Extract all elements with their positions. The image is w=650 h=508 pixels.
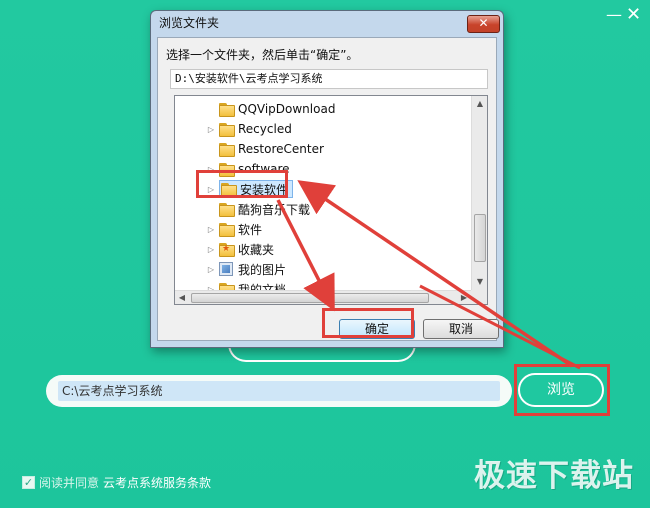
- vertical-scroll-thumb[interactable]: [474, 214, 486, 262]
- selected-path-field: D:\安装软件\云考点学习系统: [170, 69, 488, 89]
- selected-folder-highlight-box: [196, 170, 288, 198]
- tree-item-label: Recycled: [238, 122, 292, 136]
- agree-checkbox[interactable]: ✓: [22, 475, 35, 489]
- tree-item[interactable]: QQVipDownload: [205, 99, 335, 119]
- install-path-bar: C:\云考点学习系统: [46, 375, 512, 407]
- scroll-right-icon[interactable]: ▶: [457, 291, 471, 304]
- dialog-close-button[interactable]: ✕: [467, 15, 500, 33]
- expand-arrow-icon[interactable]: ▷: [205, 265, 217, 274]
- agree-terms-row: ✓ 阅读并同意 云考点系统服务条款: [22, 474, 211, 490]
- tree-item-label: 软件: [238, 222, 263, 237]
- folder-icon: [219, 122, 235, 137]
- tree-item-label: QQVipDownload: [238, 102, 336, 116]
- ok-highlight-box: [322, 308, 414, 338]
- cancel-button[interactable]: 取消: [423, 319, 499, 339]
- watermark-logo: 极速下载站: [474, 458, 634, 494]
- tree-item[interactable]: ▷ 我的文档: [205, 279, 286, 290]
- pictures-folder-icon: [219, 262, 233, 276]
- tree-item[interactable]: ▷ ★ 收藏夹: [205, 239, 274, 259]
- tree-item-label: 酷狗音乐下载: [238, 202, 311, 217]
- documents-folder-icon: [219, 282, 235, 290]
- tree-item-label: 我的文档: [238, 282, 287, 291]
- folder-icon: [219, 102, 235, 117]
- minimize-button[interactable]: —: [606, 6, 622, 24]
- tree-item[interactable]: ▷ 我的图片: [205, 259, 286, 279]
- scroll-left-icon[interactable]: ◀: [175, 291, 189, 304]
- tree-item[interactable]: 酷狗音乐下载: [205, 199, 310, 219]
- tree-item-label: RestoreCenter: [238, 142, 324, 156]
- install-path-field[interactable]: C:\云考点学习系统: [58, 381, 500, 401]
- folder-icon: [219, 142, 235, 157]
- scroll-down-icon[interactable]: ▼: [472, 274, 487, 290]
- expand-arrow-icon[interactable]: ▷: [205, 125, 217, 134]
- expand-arrow-icon[interactable]: ▷: [205, 225, 217, 234]
- tree-item[interactable]: ▷ Recycled: [205, 119, 292, 139]
- horizontal-scroll-thumb[interactable]: [191, 293, 429, 303]
- tree-item[interactable]: ▷ 软件: [205, 219, 262, 239]
- folder-icon: [219, 202, 235, 217]
- browse-button[interactable]: 浏览: [518, 373, 604, 407]
- close-button[interactable]: ✕: [626, 6, 641, 24]
- tree-item-label: 收藏夹: [238, 242, 275, 257]
- tree-item[interactable]: RestoreCenter: [205, 139, 324, 159]
- scroll-up-icon[interactable]: ▲: [472, 96, 487, 112]
- favorites-folder-icon: ★: [219, 242, 235, 257]
- vertical-scrollbar[interactable]: ▲ ▼: [471, 96, 487, 290]
- dialog-title: 浏览文件夹: [159, 16, 220, 30]
- scroll-corner: [471, 290, 487, 304]
- agree-label: 阅读并同意: [39, 475, 100, 490]
- expand-arrow-icon[interactable]: ▷: [205, 245, 217, 254]
- dialog-instruction: 选择一个文件夹，然后单击“确定”。: [166, 48, 359, 62]
- horizontal-scrollbar[interactable]: ◀ ▶: [175, 290, 471, 304]
- terms-link[interactable]: 云考点系统服务条款: [103, 474, 211, 491]
- folder-icon: [219, 222, 235, 237]
- tree-item-label: 我的图片: [238, 262, 287, 277]
- folder-tree[interactable]: QQVipDownload ▷ Recycled RestoreCenter ▷…: [174, 95, 488, 305]
